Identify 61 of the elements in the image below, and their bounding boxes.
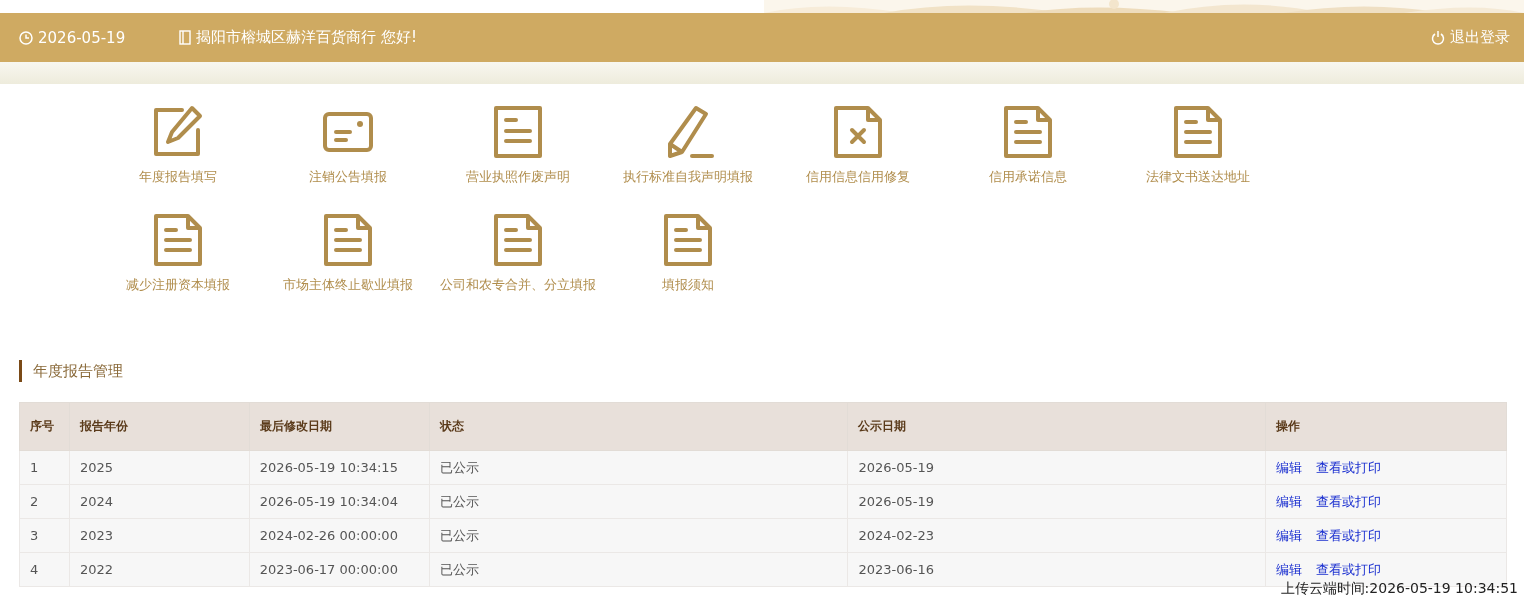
column-header: 报告年份 [69,402,250,451]
table-cell: 4 [19,552,70,587]
section-title: 年度报告管理 [19,360,1524,382]
action-link[interactable]: 编辑 [1276,561,1303,577]
action-link[interactable]: 查看或打印 [1316,561,1382,577]
action-link[interactable]: 查看或打印 [1316,493,1382,509]
notebook-icon [179,30,192,45]
action-link[interactable]: 编辑 [1276,493,1303,509]
menu-link[interactable]: 执行标准自我声明填报 [623,168,753,186]
table-cell: 2025 [69,450,250,485]
menu-link[interactable]: 市场主体终止歇业填报 [283,276,413,294]
action-link[interactable]: 编辑 [1276,527,1303,543]
column-header: 最后修改日期 [249,402,430,451]
column-header: 状态 [429,402,848,451]
table-cell: 2026-05-19 10:34:04 [249,484,430,519]
table-cell: 2026-05-19 10:34:15 [249,450,430,485]
menu-link[interactable]: 减少注册资本填报 [126,276,230,294]
document-icon[interactable] [662,212,714,268]
menu-link[interactable]: 公司和农专合并、分立填报 [440,276,596,294]
document-icon[interactable] [322,212,374,268]
table-cell: 已公示 [429,518,848,553]
menu-link[interactable]: 法律文书送达地址 [1146,168,1250,186]
menu-link[interactable]: 注销公告填报 [309,168,387,186]
document-icon[interactable] [1002,104,1054,160]
column-header: 序号 [19,402,70,451]
table-cell: 2023 [69,518,250,553]
table-cell: 已公示 [429,552,848,587]
greeting-text: 揭阳市榕城区赫洋百货商行 您好! [196,28,417,47]
upload-time: 上传云端时间:2026-05-19 10:34:51 [1280,580,1518,598]
table-cell: 2024 [69,484,250,519]
logout-link[interactable]: 退出登录 [1431,28,1510,47]
document-x-icon[interactable] [832,104,884,160]
menu-link[interactable]: 信用承诺信息 [989,168,1067,186]
table-cell: 2026-05-19 [847,450,1266,485]
column-header: 操作 [1265,402,1507,451]
action-link[interactable]: 编辑 [1276,459,1303,475]
menu-link[interactable]: 年度报告填写 [139,168,217,186]
clock-icon [19,30,33,45]
column-header: 公示日期 [847,402,1266,451]
table-cell: 2024-02-26 00:00:00 [249,518,430,553]
menu-link[interactable]: 营业执照作废声明 [466,168,570,186]
current-date: 2026-05-19 [38,28,126,47]
table-cell: 2 [19,484,70,519]
table-cell: 1 [19,450,70,485]
document-icon[interactable] [492,104,544,160]
table-cell: 2023-06-17 00:00:00 [249,552,430,587]
table-cell: 2023-06-16 [847,552,1266,587]
table-cell: 2024-02-23 [847,518,1266,553]
table-cell: 已公示 [429,484,848,519]
action-link[interactable]: 查看或打印 [1316,459,1382,475]
table-cell: 3 [19,518,70,553]
menu-link[interactable]: 信用信息信用修复 [806,168,910,186]
table-cell: 2026-05-19 [847,484,1266,519]
table-cell: 已公示 [429,450,848,485]
document-icon[interactable] [152,212,204,268]
action-link[interactable]: 查看或打印 [1316,527,1382,543]
power-icon [1431,30,1445,45]
document-icon[interactable] [1172,104,1224,160]
document-icon[interactable] [492,212,544,268]
menu-link[interactable]: 填报须知 [662,276,714,294]
table-cell: 2022 [69,552,250,587]
